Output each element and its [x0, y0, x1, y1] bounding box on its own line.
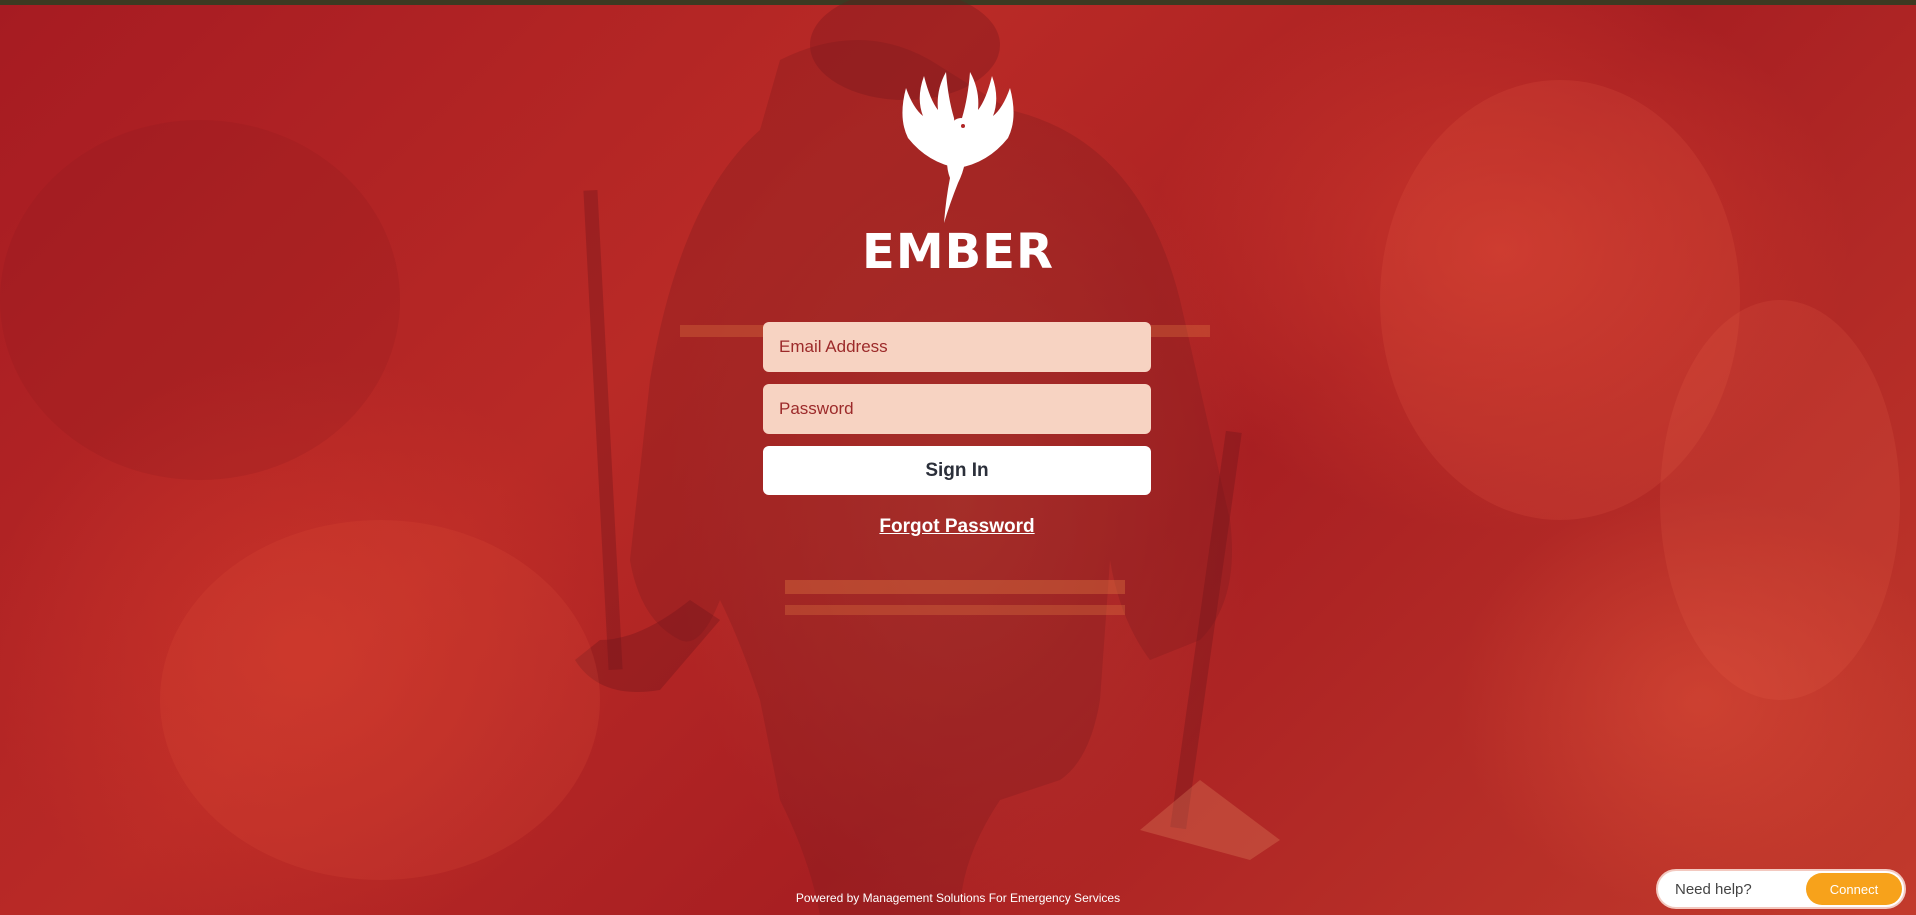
powered-by-footer: Powered by Management Solutions For Emer… — [795, 891, 1121, 905]
sign-in-button[interactable]: Sign In — [763, 446, 1151, 495]
brand-name: EMBER — [862, 224, 1054, 280]
connect-button[interactable]: Connect — [1806, 873, 1902, 905]
help-prompt: Need help? — [1675, 881, 1752, 898]
login-content: EMBER Sign In Forgot Password Powered by… — [0, 0, 1916, 915]
brand-logo: EMBER — [858, 68, 1058, 278]
password-field[interactable] — [763, 384, 1151, 434]
login-page: EMBER Sign In Forgot Password Powered by… — [0, 0, 1916, 915]
forgot-password-link[interactable]: Forgot Password — [763, 516, 1151, 538]
email-field[interactable] — [763, 322, 1151, 372]
phoenix-icon — [902, 72, 1014, 223]
help-widget: Need help? Connect — [1656, 869, 1906, 909]
